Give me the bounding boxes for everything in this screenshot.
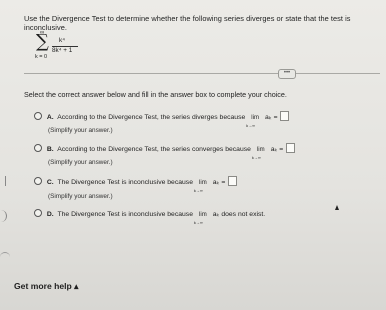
lim-label: lim (256, 147, 265, 153)
option-b-lim: lim k→∞ (252, 147, 268, 160)
mouse-cursor-icon (335, 205, 339, 210)
series-lower-limit: k = 0 (35, 54, 48, 60)
option-a-lim: lim k→∞ (246, 115, 262, 128)
option-d-term: aₖ (212, 211, 220, 218)
option-a-term: aₖ = (265, 114, 278, 121)
select-prompt: Select the correct answer below and fill… (24, 90, 287, 99)
lim-subscript: k→∞ (251, 155, 261, 160)
option-c-text: The Divergence Test is inconclusive beca… (57, 179, 193, 186)
option-d-letter: D. (46, 211, 54, 218)
lim-subscript: k→∞ (193, 220, 203, 225)
sigma-symbol: ∑ (36, 31, 49, 52)
lim-subscript: k→∞ (246, 123, 255, 128)
option-c-letter: C. (46, 179, 54, 186)
radio-c[interactable] (34, 177, 42, 185)
option-c[interactable]: C. The Divergence Test is inconclusive b… (34, 176, 238, 193)
lim-label: lim (199, 212, 207, 218)
option-d-text: The Divergence Test is inconclusive beca… (57, 211, 193, 218)
option-d-tail: does not exist. (221, 211, 266, 218)
option-b-text: According to the Divergence Test, the se… (57, 146, 251, 153)
more-button[interactable]: ••• (278, 69, 296, 79)
left-edge-mark (0, 176, 6, 186)
option-b[interactable]: B. According to the Divergence Test, the… (34, 143, 296, 160)
lim-label: lim (199, 180, 207, 186)
option-b-term: aₖ = (270, 146, 284, 153)
radio-a[interactable] (34, 112, 42, 120)
answer-box-b[interactable] (286, 143, 296, 153)
option-c-note: (Simplify your answer.) (48, 193, 113, 200)
answer-box-a[interactable] (280, 111, 290, 121)
question-panel: Use the Divergence Test to determine whe… (0, 0, 386, 310)
option-c-term: aₖ = (212, 179, 226, 186)
series-expression: ∞ ∑ k = 0 k⁴ 8k⁴ + 1 (32, 30, 92, 60)
left-edge-mark (0, 210, 7, 222)
answer-box-c[interactable] (228, 176, 238, 186)
option-a-letter: A. (46, 114, 54, 121)
option-a[interactable]: A. According to the Divergence Test, the… (34, 111, 290, 128)
get-more-help-link[interactable]: Get more help ▴ (14, 281, 78, 292)
option-c-lim: lim k→∞ (194, 180, 210, 193)
lim-subscript: k→∞ (193, 188, 203, 193)
option-b-note: (Simplify your answer.) (48, 159, 113, 166)
radio-d[interactable] (34, 209, 42, 217)
option-d[interactable]: D. The Divergence Test is inconclusive b… (34, 209, 266, 225)
lim-label: lim (251, 115, 259, 121)
option-a-text: According to the Divergence Test, the se… (57, 114, 246, 121)
option-d-lim: lim k→∞ (194, 212, 210, 225)
option-a-note: (Simplify your answer.) (48, 127, 113, 134)
radio-b[interactable] (34, 144, 42, 152)
section-divider (24, 73, 380, 74)
series-numerator: k⁴ (59, 37, 65, 44)
series-denominator: 8k⁴ + 1 (52, 47, 73, 54)
option-b-letter: B. (46, 146, 54, 153)
left-edge-mark (0, 252, 10, 257)
